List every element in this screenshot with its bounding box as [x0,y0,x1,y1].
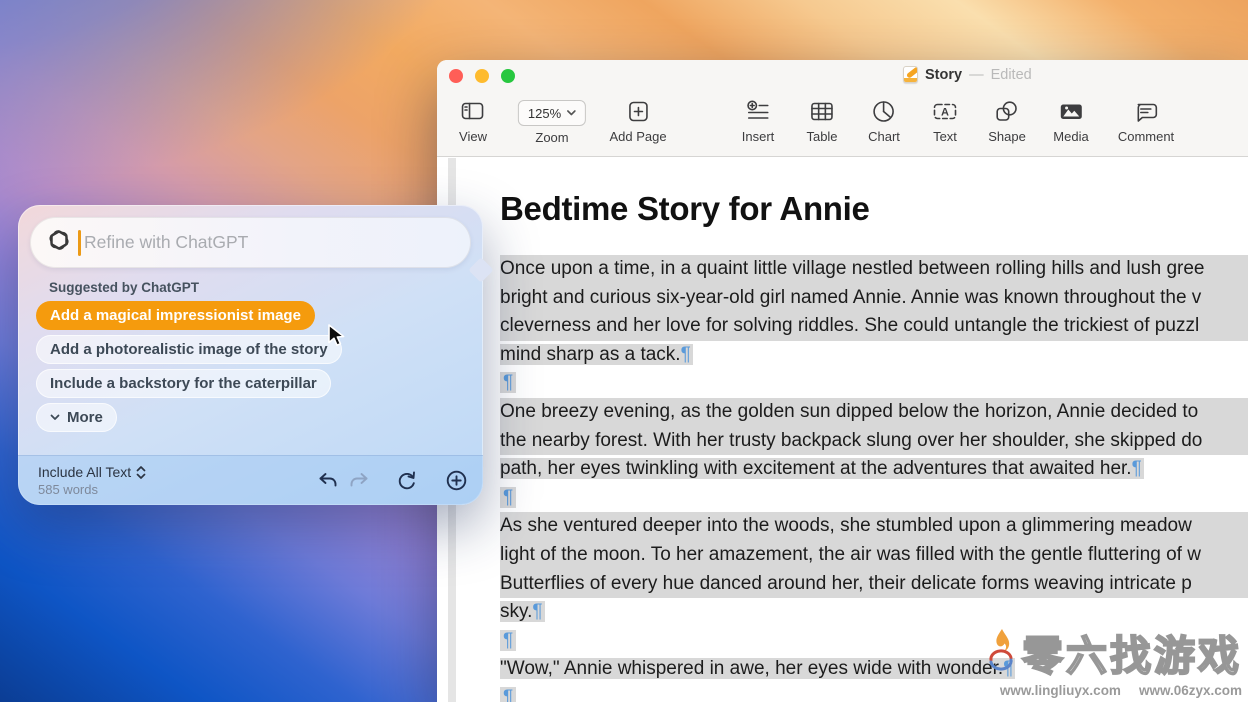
suggestion-pill[interactable]: Add a magical impressionist image [36,301,315,330]
shape-button[interactable]: Shape [988,97,1026,144]
document-canvas: Bedtime Story for Annie Once upon a time… [437,158,1248,702]
undo-button[interactable] [314,468,340,494]
zoom-button[interactable]: 125% Zoom [518,100,586,145]
pilcrow-mark: ¶ [503,630,513,651]
media-button[interactable]: Media [1053,97,1088,144]
text-button[interactable]: A Text [933,97,958,144]
svg-text:A: A [941,106,949,118]
chevron-down-icon [50,414,60,421]
zoom-window-button[interactable] [501,69,515,83]
comment-button[interactable]: Comment [1118,97,1174,144]
empty-paragraph-line: ¶ [500,484,1248,513]
document-text-line: bright and curious six-year-old girl nam… [500,284,1248,313]
chart-button[interactable]: Chart [868,97,900,144]
document-icon [903,66,918,83]
edited-status: Edited [991,67,1032,83]
suggestion-pill[interactable]: Add a photorealistic image of the story [36,335,342,364]
empty-paragraph-line: ¶ [500,369,1248,398]
document-text-line: the nearby forest. With her trusty backp… [500,427,1248,456]
chevron-up-down-icon [136,466,146,479]
window-titlebar: Story — Edited [437,60,1248,92]
watermark-text: 零六找游戏 [1022,622,1242,682]
pilcrow-mark: ¶ [681,344,691,365]
redo-button[interactable] [346,468,372,494]
document-text-line: cleverness and her love for solving ridd… [500,312,1248,341]
undo-icon [317,472,338,490]
window-title: Story [925,67,962,83]
suggestion-list: Add a magical impressionist image Add a p… [36,301,342,437]
pilcrow-mark: ¶ [503,487,513,508]
word-count: 585 words [38,482,98,497]
chatgpt-logo-icon [45,226,73,259]
view-button[interactable]: View [459,97,487,144]
shape-icon [996,97,1019,125]
add-page-button[interactable]: Add Page [609,97,666,144]
pilcrow-mark: ¶ [532,601,542,622]
watermark-url-right: www.06zyx.com [1139,683,1242,698]
zoom-value: 125% [528,106,561,121]
media-photo-icon [1059,97,1083,125]
comment-bubble-icon [1134,97,1158,125]
watermark-logo-icon [984,627,1018,677]
more-suggestions-button[interactable]: More [36,403,117,432]
document-text-line: One breezy evening, as the golden sun di… [500,398,1248,427]
pilcrow-mark: ¶ [503,687,513,702]
watermark: 零六找游戏 www.lingliuyx.com www.06zyx.com [984,622,1242,698]
regenerate-button[interactable] [394,468,420,494]
pages-window: Story — Edited View 125% Zoom [437,60,1248,702]
table-icon [810,97,833,125]
document-text-line: Once upon a time, in a quaint little vil… [500,255,1248,284]
close-button[interactable] [449,69,463,83]
pilcrow-mark: ¶ [503,372,513,393]
document-text-line: Butterflies of every hue danced around h… [500,570,1248,599]
suggestion-pill[interactable]: Include a backstory for the caterpillar [36,369,331,398]
document-text-line: mind sharp as a tack.¶ [500,341,1248,370]
text-box-icon: A [933,97,958,125]
insert-button[interactable]: Insert [742,97,775,144]
include-all-text-selector[interactable]: Include All Text [38,464,146,480]
text-caret [78,230,81,256]
document-heading: Bedtime Story for Annie [500,189,1248,229]
chatgpt-prompt-input[interactable]: Refine with ChatGPT [30,217,471,268]
mouse-cursor [327,324,349,355]
title-separator: — [969,67,984,83]
refresh-icon [397,471,417,491]
panel-footer: Include All Text 585 words [18,455,483,505]
insert-icon [746,97,769,125]
chevron-down-icon [567,110,576,116]
window-title-group: Story — Edited [903,66,1032,83]
suggested-by-label: Suggested by ChatGPT [49,280,199,295]
document-text-line: light of the moon. To her amazement, the… [500,541,1248,570]
minimize-button[interactable] [475,69,489,83]
watermark-url-left: www.lingliuyx.com [1000,683,1121,698]
toolbar: View 125% Zoom Add Page [437,92,1248,157]
add-page-icon [627,97,649,125]
add-button[interactable] [443,468,469,494]
view-sidebar-icon [461,97,484,125]
pilcrow-mark: ¶ [1132,458,1142,479]
zoom-value-box[interactable]: 125% [518,100,586,126]
desktop-wallpaper: Story — Edited View 125% Zoom [0,0,1248,702]
prompt-placeholder: Refine with ChatGPT [84,232,248,253]
plus-circle-icon [446,470,467,491]
pie-chart-icon [872,97,895,125]
redo-icon [349,472,370,490]
document-text-line: As she ventured deeper into the woods, s… [500,512,1248,541]
chatgpt-panel: Refine with ChatGPT Suggested by ChatGPT… [18,205,483,505]
document-text-line: path, her eyes twinkling with excitement… [500,455,1248,484]
table-button[interactable]: Table [806,97,837,144]
